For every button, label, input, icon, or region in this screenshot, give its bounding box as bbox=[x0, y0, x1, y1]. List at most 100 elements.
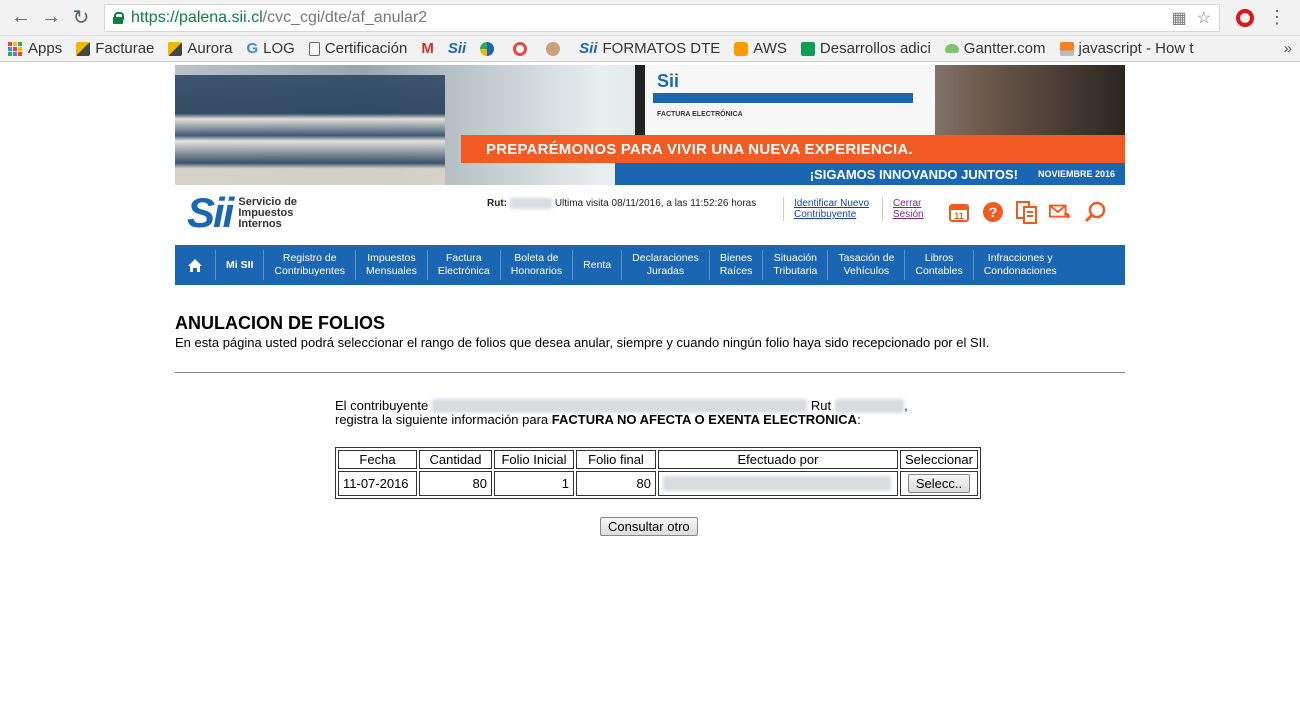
bookmark-avatar[interactable] bbox=[546, 41, 565, 56]
translate-icon[interactable]: ▦ bbox=[1172, 8, 1187, 28]
logout-link[interactable]: Cerrar Sesión bbox=[893, 198, 924, 220]
bookmark-log[interactable]: G LOG bbox=[246, 40, 294, 57]
last-visit: Ultima visita 08/11/2016, a las 11:52:26… bbox=[554, 198, 757, 209]
banner-date: NOVIEMBRE 2016 bbox=[1037, 169, 1115, 179]
google-icon: G bbox=[246, 40, 259, 57]
opera-icon[interactable] bbox=[1236, 8, 1254, 27]
calendar-icon[interactable]: 11 bbox=[947, 200, 971, 224]
menu-mi-sii[interactable]: Mi SII bbox=[216, 250, 265, 280]
bookmark-gmail[interactable]: M bbox=[421, 40, 434, 57]
sii-icon: Sii bbox=[447, 40, 467, 57]
col-efectuado-por: Efectuado por bbox=[658, 450, 898, 469]
bookmark-formatos-dte[interactable]: Sii FORMATOS DTE bbox=[579, 40, 720, 57]
menu-impuestos-mensuales[interactable]: Impuestos Mensuales bbox=[356, 250, 428, 280]
search-icon[interactable] bbox=[1083, 200, 1107, 224]
documents-icon[interactable] bbox=[1015, 200, 1039, 224]
bookmark-star-icon[interactable]: ☆ bbox=[1197, 8, 1211, 28]
svg-text:?: ? bbox=[989, 204, 998, 220]
user-info: Rut: 000000-0 Ultima visita 08/11/2016, … bbox=[487, 198, 756, 209]
sii-logo-mark: Sii bbox=[187, 189, 234, 236]
cell-select: Selecc.. bbox=[900, 471, 978, 496]
mini-page-title: FACTURA ELECTRÓNICA bbox=[657, 111, 743, 118]
cell-fecha: 11-07-2016 bbox=[338, 471, 417, 496]
contact-icon[interactable] bbox=[1049, 200, 1073, 224]
menu-renta[interactable]: Renta bbox=[573, 250, 623, 280]
bookmark-apps[interactable]: Apps bbox=[8, 40, 62, 57]
col-fecha: Fecha bbox=[338, 450, 417, 469]
bookmark-aurora[interactable]: Aurora bbox=[168, 40, 232, 57]
bookmark-gantter[interactable]: Gantter.com bbox=[944, 40, 1046, 57]
menu-libros-contables[interactable]: Libros Contables bbox=[905, 250, 974, 280]
menu-situacion-tributaria[interactable]: Situación Tributaria bbox=[763, 250, 829, 280]
browser-menu-icon[interactable]: ⋮ bbox=[1262, 7, 1292, 28]
lock-icon bbox=[113, 11, 124, 24]
banner-strip: ¡SIGAMOS INNOVANDO JUNTOS! NOVIEMBRE 201… bbox=[615, 163, 1125, 185]
cell-folio-final: 80 bbox=[576, 471, 656, 496]
bookmark-sii[interactable]: Sii bbox=[448, 40, 466, 57]
aws-icon bbox=[734, 41, 749, 56]
menu-declaraciones-juradas[interactable]: Declaraciones Juradas bbox=[622, 250, 710, 280]
bookmark-circle[interactable] bbox=[480, 41, 499, 56]
sii-logo[interactable]: Sii Servicio de Impuestos Internos bbox=[187, 189, 298, 236]
help-icon[interactable]: ? bbox=[981, 200, 1005, 224]
menu-bienes-raices[interactable]: Bienes Raíces bbox=[710, 250, 764, 280]
select-button[interactable]: Selecc.. bbox=[907, 474, 971, 493]
page-description: En esta página usted podrá seleccionar e… bbox=[175, 335, 990, 350]
sii-page: Sii FACTURA ELECTRÓNICA PREPARÉMONOS PAR… bbox=[175, 65, 1125, 536]
forward-icon[interactable]: → bbox=[38, 5, 64, 31]
doc-type: FACTURA NO AFECTA O EXENTA ELECTRONICA bbox=[551, 412, 858, 427]
banner-headline: PREPARÉMONOS PARA VIVIR UNA NUEVA EXPERI… bbox=[461, 135, 1125, 163]
banner-tagline: ¡SIGAMOS INNOVANDO JUNTOS! bbox=[809, 166, 1018, 182]
menu-tasacion-vehiculos[interactable]: Tasación de Vehículos bbox=[828, 250, 906, 280]
consultar-otro-button[interactable]: Consultar otro bbox=[600, 517, 698, 536]
contrib-rut-redacted: 00000000-0 bbox=[834, 399, 905, 413]
rut-value-redacted: 000000-0 bbox=[509, 198, 553, 209]
bookmark-label: Aurora bbox=[187, 40, 233, 57]
menu-factura-electronica[interactable]: Factura Electrónica bbox=[428, 250, 501, 280]
bookmark-label: Facturae bbox=[95, 40, 155, 57]
page-icon bbox=[308, 41, 320, 56]
info-line2-prefix: registra la siguiente información para bbox=[335, 412, 549, 427]
bookmark-javascript[interactable]: javascript - How t bbox=[1059, 40, 1194, 57]
address-bar[interactable]: https://palena.sii.cl/cvc_cgi/dte/af_anu… bbox=[104, 3, 1220, 32]
bookmark-certificacion[interactable]: Certificación bbox=[308, 40, 408, 57]
bookmarks-overflow-icon[interactable]: » bbox=[1284, 40, 1292, 57]
menu-infracciones-condonaciones[interactable]: Infracciones y Condonaciones bbox=[974, 250, 1067, 280]
bookmark-desarrollos[interactable]: Desarrollos adici bbox=[800, 40, 931, 57]
url-path: /cvc_cgi/dte/af_anular2 bbox=[262, 8, 428, 26]
sii-logo-text: Servicio de Impuestos Internos bbox=[238, 195, 298, 230]
menu-registro-contribuyentes[interactable]: Registro de Contribuyentes bbox=[264, 250, 357, 280]
reload-icon[interactable]: ↻ bbox=[68, 5, 94, 31]
back-icon[interactable]: ← bbox=[8, 5, 34, 31]
contrib-prefix: El contribuyente bbox=[335, 398, 429, 413]
binders-image bbox=[175, 75, 445, 185]
table-header-row: Fecha Cantidad Folio Inicial Folio final… bbox=[338, 450, 978, 469]
bookmark-heroku[interactable] bbox=[513, 41, 532, 56]
bookmark-label: javascript - How t bbox=[1078, 40, 1194, 57]
col-seleccionar: Seleccionar bbox=[900, 450, 978, 469]
pma-icon bbox=[168, 41, 183, 56]
gmail-icon: M bbox=[421, 40, 434, 57]
browser-toolbar: ← → ↻ https://palena.sii.cl/cvc_cgi/dte/… bbox=[0, 0, 1300, 36]
col-folio-inicial: Folio Inicial bbox=[494, 450, 574, 469]
promo-banner[interactable]: Sii FACTURA ELECTRÓNICA PREPARÉMONOS PAR… bbox=[175, 65, 1125, 185]
stackoverflow-icon bbox=[1059, 41, 1074, 56]
rut-label: Rut: bbox=[487, 198, 507, 209]
pma-icon bbox=[76, 41, 91, 56]
bookmark-label: Desarrollos adici bbox=[819, 40, 931, 57]
folios-table: Fecha Cantidad Folio Inicial Folio final… bbox=[335, 447, 981, 499]
home-icon[interactable] bbox=[175, 250, 216, 280]
bookmark-aws[interactable]: AWS bbox=[734, 40, 787, 57]
user-name-redacted: XXXXX XXXX XXXXXXX XXXXXXXXX bbox=[663, 476, 891, 491]
contrib-name-redacted: SERVICIOS INDUSTRIALES DE ELECTROTECNIA … bbox=[431, 399, 808, 413]
circle-icon bbox=[480, 41, 495, 56]
bookmark-facturae[interactable]: Facturae bbox=[76, 40, 154, 57]
identify-contributor-link[interactable]: Identificar Nuevo Contribuyente bbox=[794, 198, 869, 220]
menu-boleta-honorarios[interactable]: Boleta de Honorarios bbox=[501, 250, 574, 280]
cloud-icon bbox=[944, 44, 959, 53]
page-title: ANULACION DE FOLIOS bbox=[175, 313, 385, 333]
sii-icon: Sii bbox=[579, 40, 598, 57]
apps-grid-icon bbox=[8, 41, 22, 56]
bookmark-label: Certificación bbox=[324, 40, 408, 57]
site-header: Sii Servicio de Impuestos Internos Rut: … bbox=[175, 185, 1125, 245]
